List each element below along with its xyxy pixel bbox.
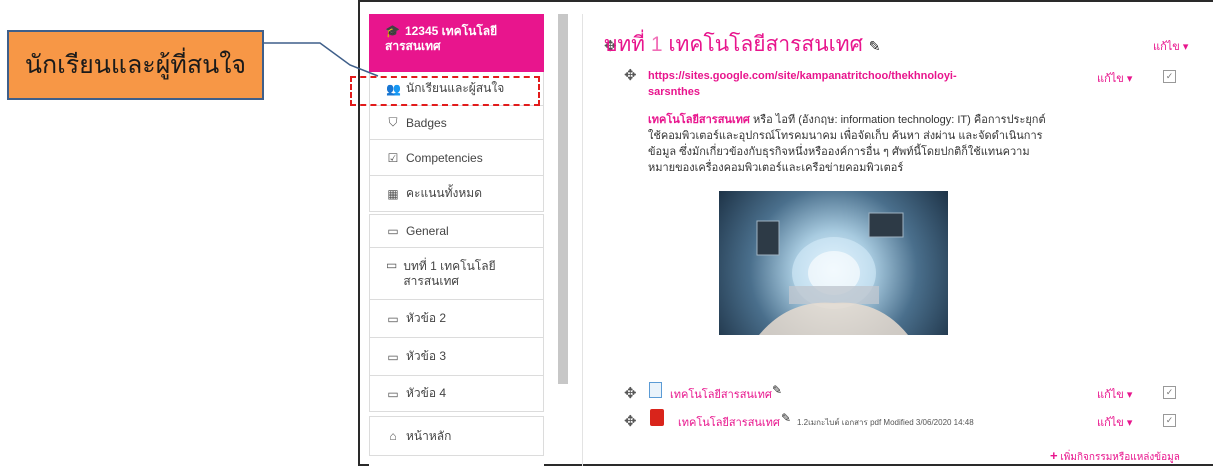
move-icon[interactable]: ✥ — [624, 66, 637, 84]
nav-item-label: Competencies — [406, 150, 483, 165]
nav-item-general[interactable]: ▭ General — [369, 214, 544, 248]
nav-item-section-1[interactable]: ▭ บทที่ 1 เทคโนโลยีสารสนเทศ — [369, 248, 544, 300]
pdf-edit-menu[interactable]: แก้ไข ▾ — [1097, 413, 1132, 431]
nav-item-topic-4[interactable]: ▭ หัวข้อ 4 — [369, 376, 544, 412]
graduation-cap-icon: 🎓 — [385, 24, 400, 38]
table-icon: ▦ — [387, 186, 399, 201]
highlight-box — [350, 76, 540, 106]
move-icon[interactable]: ✥ — [624, 412, 637, 430]
shield-icon: ⛉ — [388, 115, 398, 129]
page-edit-menu[interactable]: แก้ไข ▾ — [1097, 385, 1132, 403]
home-icon: ⌂ — [389, 429, 397, 443]
pdf-resource-meta: 1.2เมกะไบต์ เอกสาร pdf Modified 3/06/202… — [797, 418, 974, 427]
section-edit-menu[interactable]: แก้ไข ▾ — [1153, 37, 1188, 55]
nav-item-label: คะแนนทั้งหมด — [406, 186, 482, 200]
pdf-resource-link[interactable]: เทคโนโลยีสารสนเทศ — [678, 413, 780, 431]
nav-item-grades[interactable]: ▦ คะแนนทั้งหมด — [369, 176, 544, 212]
url-resource-link[interactable]: https://sites.google.com/site/kampanatri… — [648, 68, 1008, 100]
nav-item-badges[interactable]: ⛉ Badges — [369, 106, 544, 140]
nav-item-topic-2[interactable]: ▭ หัวข้อ 2 — [369, 300, 544, 338]
completion-checkbox[interactable]: ✓ — [1163, 414, 1176, 427]
nav-item-topic-3[interactable]: ▭ หัวข้อ 3 — [369, 338, 544, 376]
folder-icon: ▭ — [387, 386, 399, 401]
move-icon[interactable]: ✥ — [624, 384, 637, 402]
completion-checkbox[interactable]: ✓ — [1163, 70, 1176, 83]
nav-item-label: หัวข้อ 4 — [406, 386, 447, 400]
page-resource-link[interactable]: เทคโนโลยีสารสนเทศ — [670, 385, 772, 403]
nav-course-label: 12345 เทคโนโลยีสารสนเทศ — [385, 24, 498, 53]
pdf-icon — [650, 409, 664, 426]
nav-item-site-home[interactable]: ⌂ หน้าหลัก — [369, 416, 544, 456]
nav-course-home[interactable]: 🎓 12345 เทคโนโลยีสารสนเทศ — [369, 14, 544, 72]
nav-item-label: หน้าหลัก — [406, 428, 452, 443]
folder-icon: ▭ — [387, 224, 399, 238]
pencil-icon[interactable]: ✎ — [781, 411, 791, 425]
folder-icon: ▭ — [386, 258, 398, 272]
folder-icon: ▭ — [387, 311, 399, 326]
nav-item-label: หัวข้อ 2 — [406, 311, 447, 325]
nav-item-competencies[interactable]: ☑ Competencies — [369, 140, 544, 176]
pencil-icon[interactable]: ✎ — [772, 383, 782, 397]
pencil-icon[interactable]: ✎ — [869, 38, 881, 54]
nav-item-label: บทที่ 1 เทคโนโลยีสารสนเทศ — [403, 258, 496, 288]
section-description: เทคโนโลยีสารสนเทศ หรือ ไอที (อังกฤษ: inf… — [648, 114, 1046, 174]
add-activity-link[interactable]: + เพิ่มกิจกรรมหรือแหล่งข้อมูล — [1050, 448, 1180, 465]
nav-item-label: หัวข้อ 3 — [406, 349, 447, 363]
completion-checkbox[interactable]: ✓ — [1163, 386, 1176, 399]
it-illustration-image — [719, 191, 948, 335]
callout-label: นักเรียนและผู้ที่สนใจ — [7, 30, 264, 100]
url-edit-menu[interactable]: แก้ไข ▾ — [1097, 69, 1132, 87]
nav-item-label: Badges — [406, 115, 447, 130]
page-icon — [649, 382, 662, 398]
checkbox-icon: ☑ — [387, 150, 399, 165]
section-title: บทที่ 1 เทคโนโลยีสารสนเทศ ✎ — [604, 33, 881, 56]
nav-scrollbar[interactable] — [558, 14, 568, 384]
folder-icon: ▭ — [387, 349, 399, 364]
nav-item-label: General — [406, 224, 449, 238]
plus-icon: + — [1050, 448, 1058, 463]
